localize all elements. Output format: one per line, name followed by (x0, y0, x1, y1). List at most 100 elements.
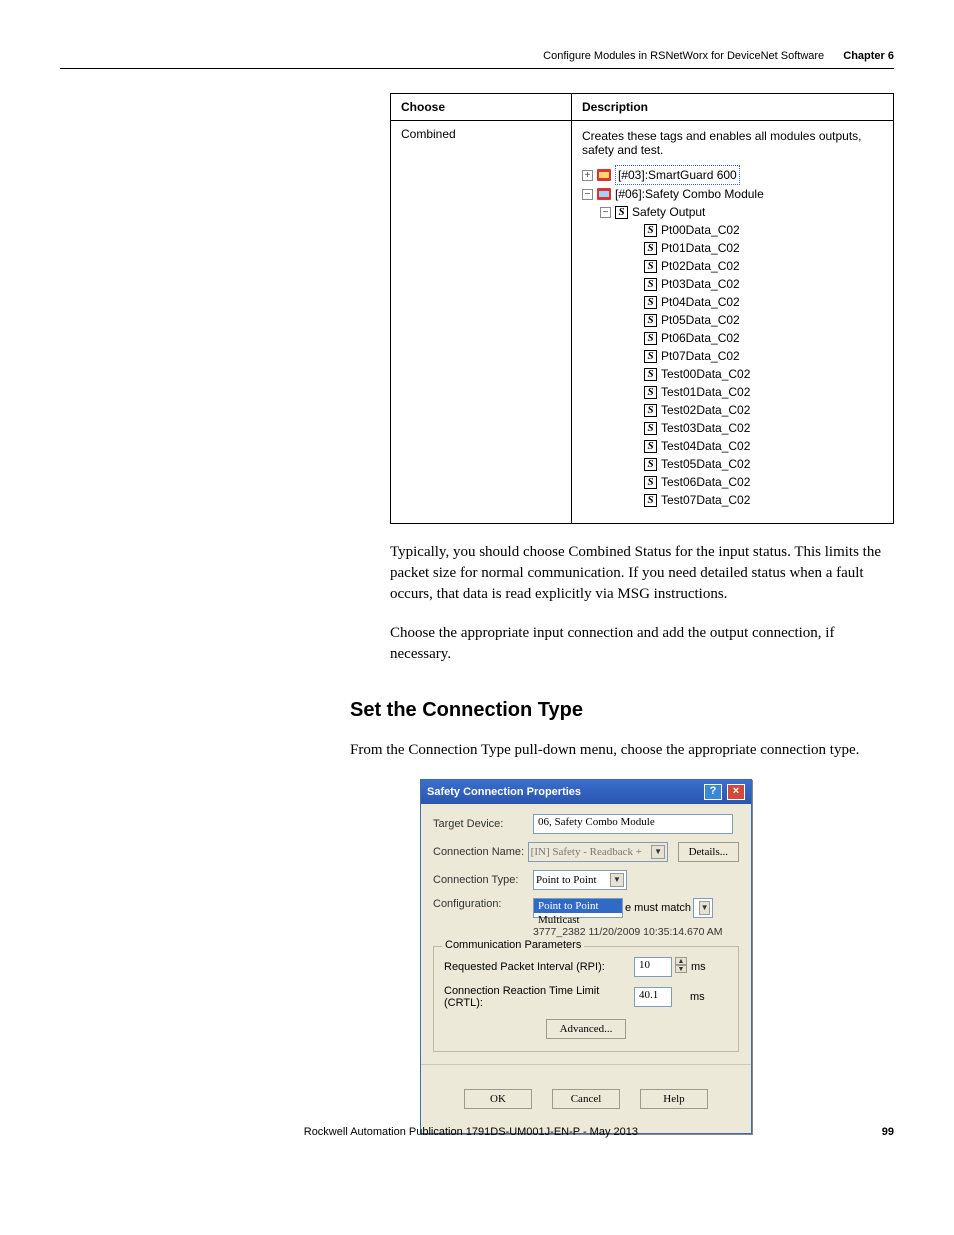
expand-icon[interactable]: + (582, 170, 593, 181)
dialog-title-text: Safety Connection Properties (427, 786, 581, 798)
chevron-down-icon[interactable]: ▼ (610, 873, 624, 887)
s-icon: S (644, 476, 657, 489)
s-icon: S (644, 350, 657, 363)
configuration-select[interactable]: ▼ (693, 898, 713, 918)
device-tree[interactable]: + [#03]:SmartGuard 600 − [#06]:Safety Co… (582, 165, 883, 509)
tree-leaf-label: Test01Data_C02 (661, 383, 750, 401)
tree-node[interactable]: [#03]:SmartGuard 600 (615, 165, 740, 185)
tree-leaf[interactable]: S Pt00Data_C02 (644, 221, 883, 239)
help-button[interactable]: Help (640, 1089, 708, 1109)
s-icon: S (615, 206, 628, 219)
target-device-field[interactable]: 06, Safety Combo Module (533, 814, 733, 834)
tree-leaf-label: Test07Data_C02 (661, 491, 750, 509)
chevron-down-icon[interactable]: ▼ (651, 845, 665, 859)
dialog-separator (421, 1064, 751, 1065)
label-target-device: Target Device: (433, 818, 533, 830)
s-icon: S (644, 422, 657, 435)
configuration-signature: 3777_2382 11/20/2009 10:35:14.670 AM (533, 926, 739, 938)
tree-leaf[interactable]: SPt01Data_C02 (644, 239, 883, 257)
label-crtl: Connection Reaction Time Limit (CRTL): (444, 985, 634, 1009)
communication-parameters-group: Communication Parameters Requested Packe… (433, 946, 739, 1052)
tree-leaf[interactable]: S Pt07Data_C02 (644, 347, 883, 365)
tree-leaf-label: Pt06Data_C02 (661, 329, 740, 347)
th-choose: Choose (391, 94, 572, 121)
tree-leaf-label: Pt02Data_C02 (661, 257, 740, 275)
safety-connection-dialog: Safety Connection Properties ? × Target … (420, 779, 752, 1134)
help-icon[interactable]: ? (704, 784, 722, 800)
body-paragraph: Typically, you should choose Combined St… (390, 542, 894, 605)
label-connection-type: Connection Type: (433, 874, 533, 886)
tree-leaf[interactable]: S Test07Data_C02 (644, 491, 883, 509)
footer-publication: Rockwell Automation Publication 1791DS-U… (304, 1126, 638, 1138)
header-rule (60, 68, 894, 69)
tree-leaf-label: Test00Data_C02 (661, 365, 750, 383)
s-icon: S (644, 368, 657, 381)
tree-leaf[interactable]: S Pt05Data_C02 (644, 311, 883, 329)
tree-leaf[interactable]: S Test06Data_C02 (644, 473, 883, 491)
tree-leaf-label: Pt04Data_C02 (661, 293, 740, 311)
td-desc-text: Creates these tags and enables all modul… (582, 129, 883, 157)
label-connection-name: Connection Name: (433, 846, 528, 858)
connection-name-value: [IN] Safety - Readback + (531, 846, 642, 858)
tree-leaf[interactable]: S Pt04Data_C02 (644, 293, 883, 311)
description-table: Choose Description Combined Creates thes… (390, 93, 894, 524)
spin-down-icon[interactable]: ▼ (675, 965, 687, 973)
ok-button[interactable]: OK (464, 1089, 532, 1109)
rpi-unit: ms (691, 961, 706, 973)
tree-leaf-label: Pt03Data_C02 (661, 275, 740, 293)
tree-leaf[interactable]: STest02Data_C02 (644, 401, 883, 419)
tree-leaf-label: Pt07Data_C02 (661, 347, 740, 365)
collapse-icon[interactable]: − (600, 207, 611, 218)
configuration-tail-text: e must match (625, 902, 691, 914)
s-icon: S (644, 458, 657, 471)
connection-name-select[interactable]: [IN] Safety - Readback + ▼ (528, 842, 668, 862)
tree-leaf[interactable]: S Test03Data_C02 (644, 419, 883, 437)
tree-leaf-label: Test06Data_C02 (661, 473, 750, 491)
s-icon: S (644, 314, 657, 327)
tree-leaf[interactable]: STest04Data_C02 (644, 437, 883, 455)
cancel-button[interactable]: Cancel (552, 1089, 620, 1109)
tree-leaf[interactable]: SPt02Data_C02 (644, 257, 883, 275)
group-legend: Communication Parameters (442, 939, 584, 951)
connection-type-value: Point to Point (536, 874, 597, 886)
body-paragraph: From the Connection Type pull-down menu,… (350, 740, 894, 761)
dialog-titlebar[interactable]: Safety Connection Properties ? × (421, 780, 751, 804)
tree-leaf-label: Pt05Data_C02 (661, 311, 740, 329)
tree-node[interactable]: Safety Output (632, 203, 705, 221)
tree-leaf[interactable]: S Test05Data_C02 (644, 455, 883, 473)
s-icon: S (644, 332, 657, 345)
s-icon: S (644, 296, 657, 309)
tree-node[interactable]: [#06]:Safety Combo Module (615, 185, 764, 203)
tree-leaf-label: Test03Data_C02 (661, 419, 750, 437)
tree-leaf[interactable]: SPt03Data_C02 (644, 275, 883, 293)
option-multicast[interactable]: Multicast (534, 913, 622, 927)
tree-leaf[interactable]: STest01Data_C02 (644, 383, 883, 401)
label-rpi: Requested Packet Interval (RPI): (444, 961, 634, 973)
advanced-button[interactable]: Advanced... (546, 1019, 626, 1039)
tree-leaf-label: Pt00Data_C02 (661, 221, 740, 239)
tree-leaf-label: Pt01Data_C02 (661, 239, 740, 257)
s-icon: S (644, 494, 657, 507)
rpi-spinner[interactable]: 10 ▲ ▼ (634, 957, 687, 977)
connection-type-dropdown-list[interactable]: Point to Point Multicast (533, 898, 623, 918)
chevron-down-icon[interactable]: ▼ (699, 901, 710, 915)
page-header: Configure Modules in RSNetWorx for Devic… (60, 50, 894, 62)
tree-leaf[interactable]: S Test00Data_C02 (644, 365, 883, 383)
tree-leaf-label: Test05Data_C02 (661, 455, 750, 473)
option-point-to-point[interactable]: Point to Point (534, 899, 622, 913)
s-icon: S (644, 404, 657, 417)
tree-leaf-label: Test04Data_C02 (661, 437, 750, 455)
section-heading: Set the Connection Type (350, 699, 894, 722)
rpi-value[interactable]: 10 (634, 957, 672, 977)
details-button[interactable]: Details... (678, 842, 739, 862)
collapse-icon[interactable]: − (582, 189, 593, 200)
label-configuration: Configuration: (433, 898, 533, 910)
connection-type-select[interactable]: Point to Point ▼ (533, 870, 627, 890)
footer-page-number: 99 (882, 1126, 894, 1138)
spin-up-icon[interactable]: ▲ (675, 957, 687, 965)
close-icon[interactable]: × (727, 784, 745, 800)
s-icon: S (644, 224, 657, 237)
header-section: Configure Modules in RSNetWorx for Devic… (543, 50, 824, 62)
tree-leaf[interactable]: S Pt06Data_C02 (644, 329, 883, 347)
crtl-value: 40.1 (634, 987, 672, 1007)
